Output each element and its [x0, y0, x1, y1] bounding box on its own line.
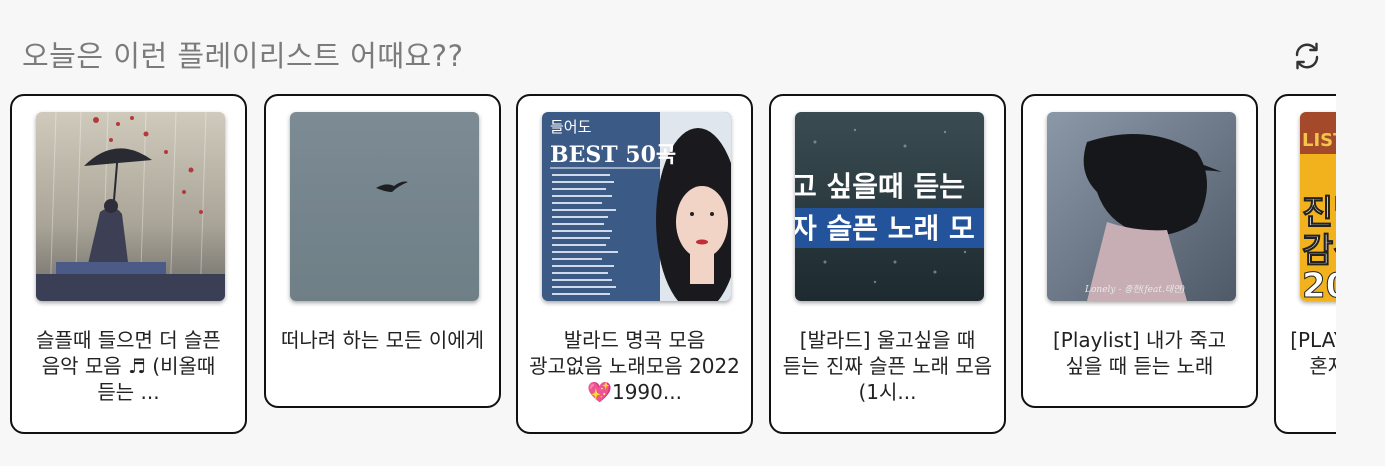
thumbnail-text: 감성 [1302, 231, 1336, 271]
thumbnail-text: 20 [1302, 266, 1336, 301]
thumbnail-text: 들어도 [550, 118, 592, 136]
thumbnail-text: LIST [1302, 130, 1336, 151]
playlist-card[interactable]: 슬플때 들으면 더 슬픈 음악 모음 ♬ (비올때 듣는 ... [10, 94, 247, 434]
playlist-title[interactable]: 슬플때 들으면 더 슬픈 음악 모음 ♬ (비올때 듣는 ... [22, 327, 235, 405]
playlist-title[interactable]: [Playlist] 내가 죽고 싶을 때 듣는 노래 [1033, 327, 1246, 379]
playlist-card[interactable]: 들어도 BEST 50곡 발라드 명곡 모음 광고없음 노래모음 2022💖19… [516, 94, 753, 434]
playlist-thumbnail: 고 싶을때 듣는 자 슬픈 노래 모 [795, 112, 984, 301]
section-title: 오늘은 이런 플레이리스트 어때요?? [22, 39, 464, 73]
thumbnail-text: BEST 50곡 [550, 142, 676, 168]
thumbnail-text: 고 싶을때 듣는 [795, 170, 965, 203]
playlist-thumbnail [290, 112, 479, 301]
playlist-thumbnail [36, 112, 225, 301]
playlist-card[interactable]: LIST 진날 감성 20 [PLAYLIST] 비 오는 날, 혼자 듣는 감… [1274, 94, 1336, 434]
playlist-title[interactable]: [PLAYLIST] 비 오는 날, 혼자 듣는 감성 노래 [1286, 327, 1336, 379]
thumbnail-text: 진날 [1302, 193, 1336, 233]
playlist-card[interactable]: 고 싶을때 듣는 자 슬픈 노래 모 [발라드] 울고싶을 때 듣는 진짜 슬픈… [769, 94, 1006, 434]
playlist-recommendation-section: 오늘은 이런 플레이리스트 어때요?? 슬플때 들으면 더 슬픈 음악 모음 ♬… [0, 0, 1385, 466]
playlist-thumbnail: Lonely - 종현(feat.태연) [1047, 112, 1236, 301]
playlist-title[interactable]: 떠나려 하는 모든 이에게 [276, 327, 489, 353]
playlist-thumbnail: LIST 진날 감성 20 [1300, 112, 1336, 301]
playlist-title[interactable]: 발라드 명곡 모음 광고없음 노래모음 2022💖1990... [528, 327, 741, 405]
refresh-button[interactable] [1289, 38, 1325, 74]
playlist-carousel[interactable]: 슬플때 들으면 더 슬픈 음악 모음 ♬ (비올때 듣는 ... 떠나려 하는 … [10, 94, 1336, 439]
thumbnail-text: Lonely - 종현(feat.태연) [1084, 284, 1185, 295]
thumbnail-text: 자 슬픈 노래 모 [795, 212, 975, 245]
playlist-card[interactable]: Lonely - 종현(feat.태연) [Playlist] 내가 죽고 싶을… [1021, 94, 1258, 408]
playlist-thumbnail: 들어도 BEST 50곡 [542, 112, 731, 301]
playlist-title[interactable]: [발라드] 울고싶을 때 듣는 진짜 슬픈 노래 모음(1시... [781, 327, 994, 405]
playlist-card[interactable]: 떠나려 하는 모든 이에게 [264, 94, 501, 408]
refresh-icon [1295, 42, 1319, 70]
